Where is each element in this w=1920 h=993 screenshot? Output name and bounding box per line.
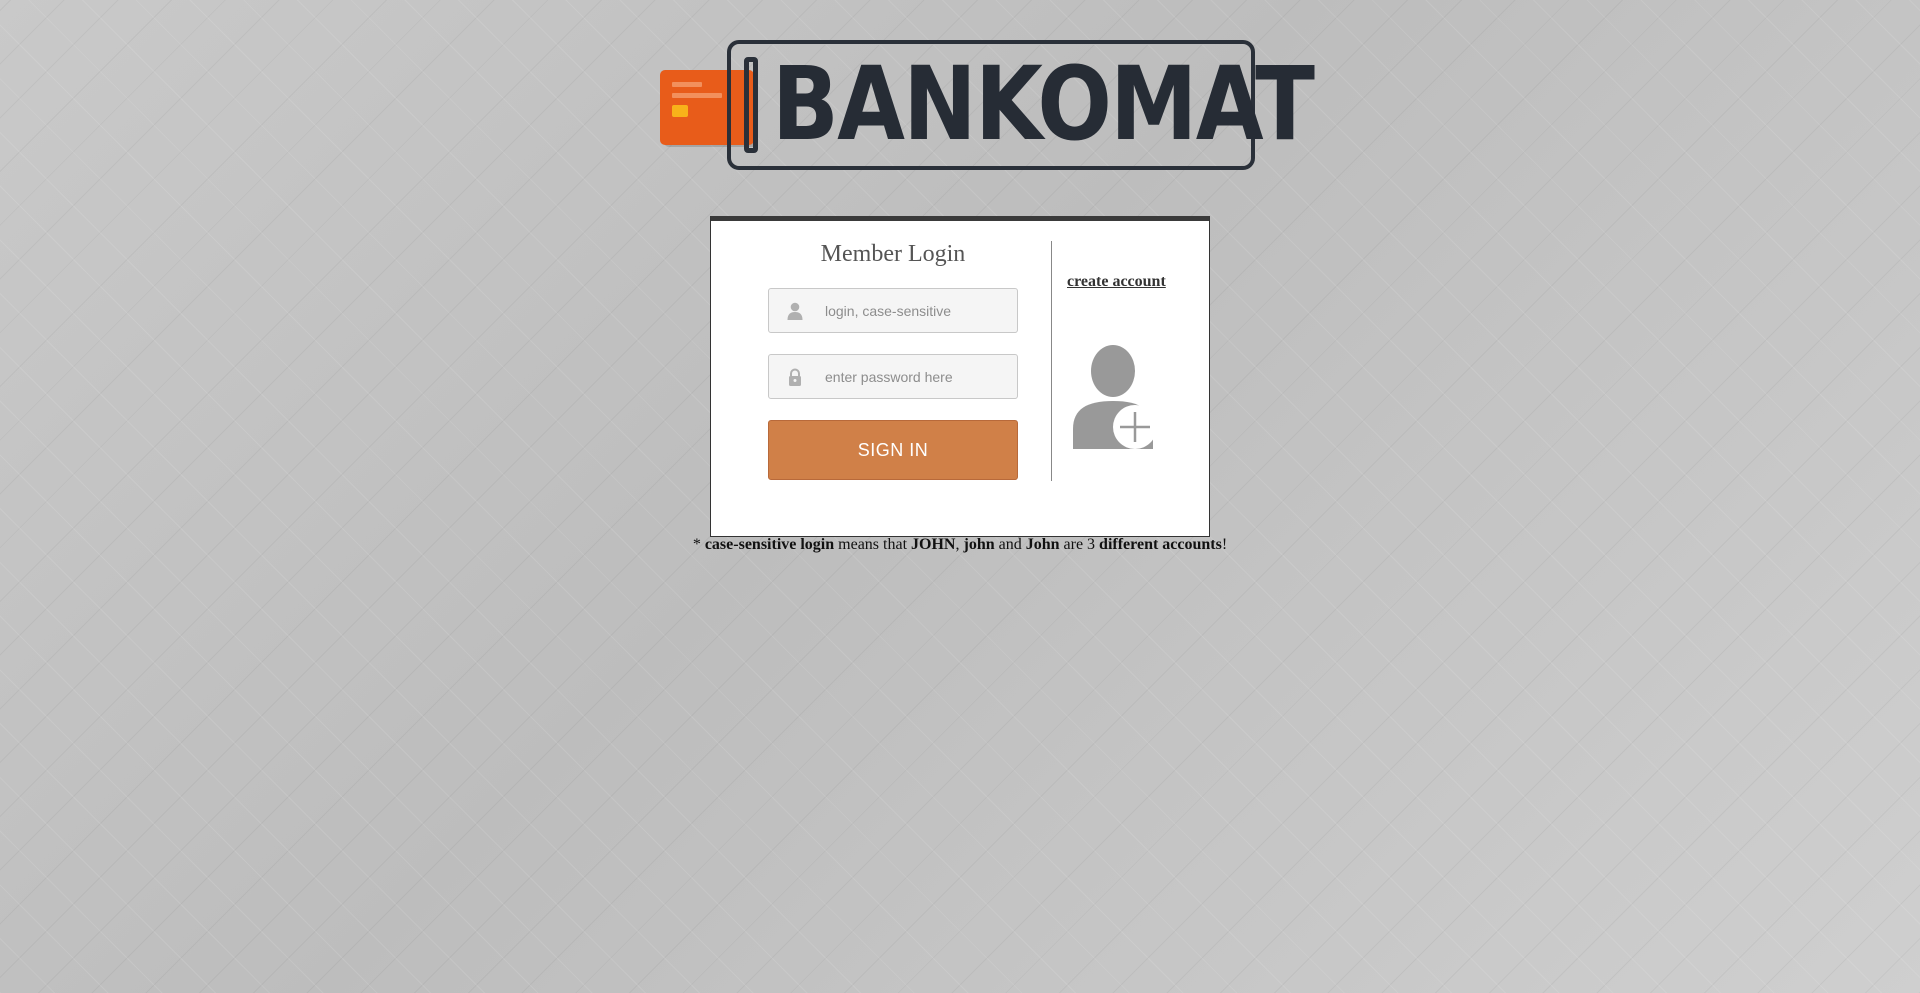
note-example: john xyxy=(963,536,995,553)
note-text: are 3 xyxy=(1059,536,1100,553)
login-panel: Member Login SIGN IN create account xyxy=(710,216,1210,537)
create-account-link[interactable]: create account xyxy=(1067,273,1166,291)
lock-icon xyxy=(789,368,801,386)
note-text: means that xyxy=(834,536,912,553)
case-sensitive-note: * case-sensitive login means that JOHN, … xyxy=(0,536,1920,554)
note-term: case-sensitive login xyxy=(704,536,835,553)
bankomat-logo: BANKOMAT xyxy=(660,40,1315,176)
login-field[interactable] xyxy=(768,288,1018,333)
note-example: JOHN xyxy=(911,536,956,553)
note-emphasis: different accounts xyxy=(1099,536,1222,553)
note-suffix: ! xyxy=(1221,536,1228,553)
add-user-icon[interactable] xyxy=(1073,345,1157,449)
password-input[interactable] xyxy=(825,355,1011,398)
divider xyxy=(1051,241,1052,481)
note-text: and xyxy=(994,536,1026,553)
note-prefix: * xyxy=(692,536,705,553)
note-example: John xyxy=(1025,536,1060,553)
logo-bracket xyxy=(744,57,758,153)
sign-in-button[interactable]: SIGN IN xyxy=(768,420,1018,480)
login-input[interactable] xyxy=(825,289,1011,332)
logo-text: BANKOMAT xyxy=(772,45,1315,164)
user-icon xyxy=(787,302,803,320)
page-title: Member Login xyxy=(820,241,966,267)
login-form: Member Login SIGN IN xyxy=(768,221,1018,480)
password-field[interactable] xyxy=(768,354,1018,399)
